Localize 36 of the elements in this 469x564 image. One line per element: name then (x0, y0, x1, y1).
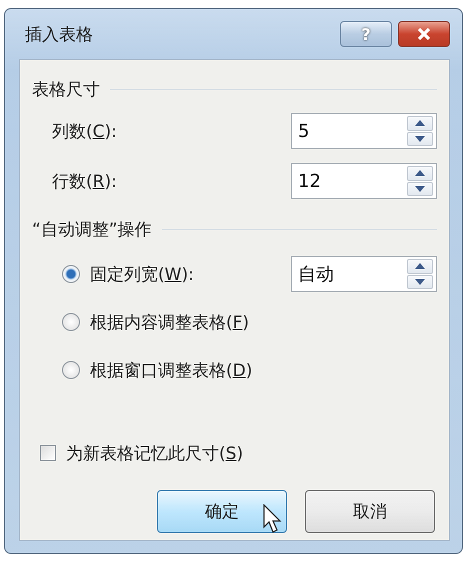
spin-up-button[interactable] (407, 116, 433, 130)
number-spin-field[interactable]: 5 (291, 113, 437, 149)
value-input[interactable]: 5 (292, 120, 407, 142)
down-triangle-icon (415, 136, 425, 142)
close-icon (417, 28, 431, 40)
down-triangle-icon (415, 186, 425, 192)
option-label: 固定列宽(W): (90, 264, 194, 286)
spin-up-button[interactable] (407, 259, 433, 274)
up-triangle-icon (415, 120, 425, 126)
window-title: 插入表格 (24, 24, 93, 46)
value-input[interactable]: 自动 (292, 264, 407, 284)
down-triangle-icon (415, 278, 425, 285)
group-heading: “自动调整”操作 (32, 218, 152, 240)
close-button[interactable] (398, 21, 450, 47)
field-label: 列数(C): (52, 120, 117, 142)
checkbox[interactable] (40, 445, 56, 461)
spin-down-button[interactable] (407, 182, 433, 196)
width-spin-field[interactable]: 自动 (291, 256, 437, 292)
radio-button[interactable] (62, 361, 80, 379)
value-input[interactable]: 12 (292, 170, 407, 192)
checkbox-label: 为新表格记忆此尺寸(S) (66, 442, 244, 464)
field-label: 行数(R): (52, 170, 117, 192)
pointer-cursor-icon (263, 504, 283, 534)
cancel-button[interactable]: 取消 (305, 490, 435, 533)
radio-button[interactable] (62, 265, 80, 283)
spin-down-button[interactable] (407, 274, 433, 289)
spin-up-button[interactable] (407, 166, 433, 180)
radio-button[interactable] (62, 313, 80, 331)
up-triangle-icon (415, 170, 425, 176)
up-triangle-icon (415, 263, 425, 270)
number-spin-field[interactable]: 12 (291, 163, 437, 199)
option-label: 根据内容调整表格(F) (90, 312, 250, 334)
ok-button[interactable]: 确定 (157, 490, 287, 533)
group-heading: 表格尺寸 (32, 78, 100, 100)
spin-down-button[interactable] (407, 132, 433, 146)
option-label: 根据窗口调整表格(D) (90, 360, 252, 382)
